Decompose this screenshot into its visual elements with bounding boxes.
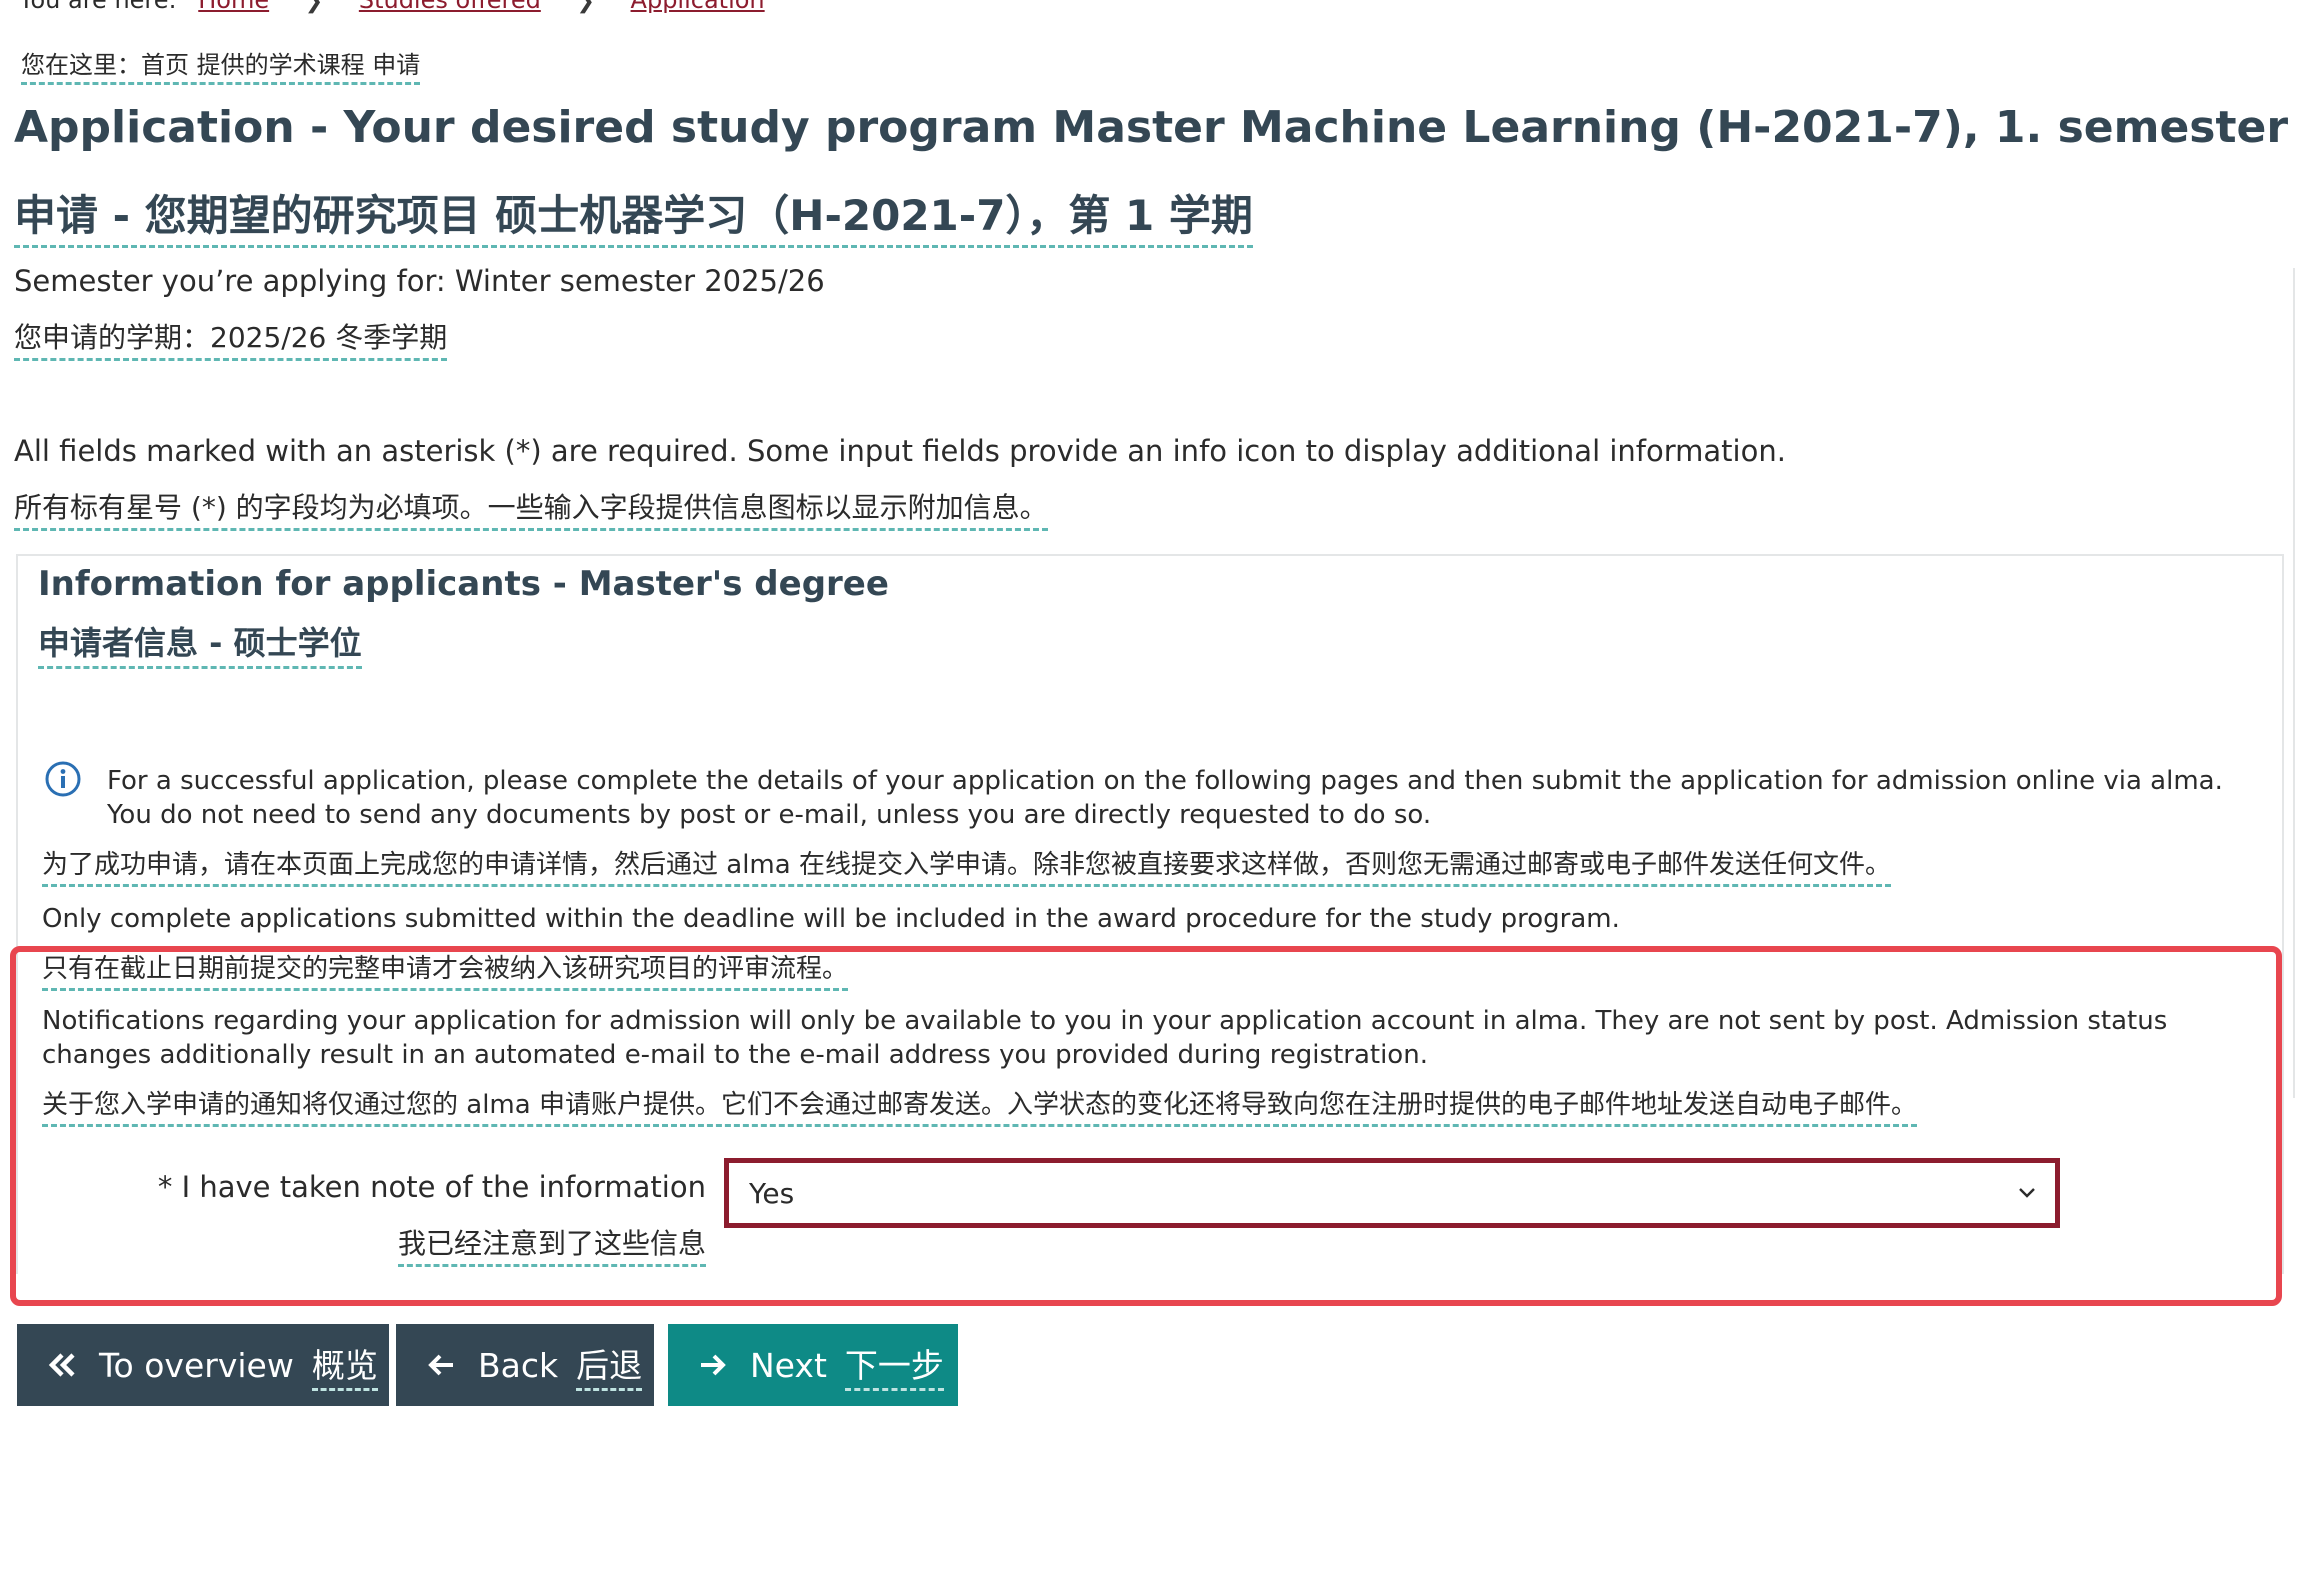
breadcrumb-separator-icon: ❯ bbox=[576, 0, 595, 14]
semester-info: Semester you’re applying for: Winter sem… bbox=[14, 264, 825, 298]
to-overview-translation: 概览 bbox=[311, 1339, 378, 1391]
info-paragraph-translation: 为了成功申请，请在本页面上完成您的申请详情，然后通过 alma 在线提交入学申请… bbox=[42, 848, 1891, 887]
breadcrumb-home-link[interactable]: Home bbox=[198, 0, 269, 14]
back-translation: 后退 bbox=[576, 1339, 643, 1391]
next-button[interactable]: Next 下一步 bbox=[668, 1324, 958, 1406]
semester-info-translation: 您申请的学期：2025/26 冬季学期 bbox=[14, 316, 448, 361]
breadcrumb-application-link[interactable]: Application bbox=[631, 0, 765, 14]
required-fields-note-translation: 所有标有星号 (*) 的字段均为必填项。一些输入字段提供信息图标以显示附加信息。 bbox=[14, 486, 1048, 531]
panel-title-translation: 申请者信息 - 硕士学位 bbox=[38, 618, 362, 669]
next-label: Next bbox=[750, 1345, 827, 1385]
acknowledge-select-value: Yes bbox=[749, 1177, 795, 1210]
breadcrumb-separator-icon: ❯ bbox=[304, 0, 324, 14]
breadcrumb-prefix: You are here: bbox=[19, 0, 177, 14]
page-title: Application - Your desired study program… bbox=[14, 102, 2289, 153]
arrow-right-icon bbox=[701, 1354, 726, 1376]
acknowledge-field-label: * I have taken note of the information bbox=[157, 1170, 706, 1204]
panel-title: Information for applicants - Master's de… bbox=[38, 564, 889, 604]
double-chevron-left-icon bbox=[48, 1353, 75, 1377]
breadcrumb-studies-link[interactable]: Studies offered bbox=[359, 0, 541, 14]
to-overview-button[interactable]: To overview 概览 bbox=[17, 1324, 389, 1406]
highlight-frame bbox=[10, 946, 2282, 1306]
panel-divider bbox=[2293, 268, 2295, 1098]
next-translation: 下一步 bbox=[844, 1339, 944, 1391]
info-circle-icon bbox=[45, 761, 81, 797]
required-fields-note: All fields marked with an asterisk (*) a… bbox=[14, 434, 1786, 468]
acknowledge-field-label-translation: 我已经注意到了这些信息 bbox=[397, 1222, 706, 1267]
chevron-down-icon bbox=[2019, 1188, 2035, 1198]
breadcrumb: You are here: Home ❯ Studies offered ❯ A… bbox=[19, 0, 765, 14]
back-label: Back bbox=[478, 1345, 559, 1385]
breadcrumb-translation: 您在这里：首页 提供的学术课程 申请 bbox=[21, 45, 421, 85]
page-title-translation: 申请 - 您期望的研究项目 硕士机器学习（H-2021-7），第 1 学期 bbox=[14, 182, 1253, 248]
info-paragraph: Only complete applications submitted wit… bbox=[42, 904, 1620, 934]
back-button[interactable]: Back 后退 bbox=[396, 1324, 654, 1406]
arrow-left-icon bbox=[428, 1354, 453, 1376]
acknowledge-select[interactable]: Yes bbox=[724, 1158, 2060, 1228]
info-paragraph: For a successful application, please com… bbox=[107, 766, 2223, 830]
to-overview-label: To overview bbox=[99, 1345, 294, 1385]
